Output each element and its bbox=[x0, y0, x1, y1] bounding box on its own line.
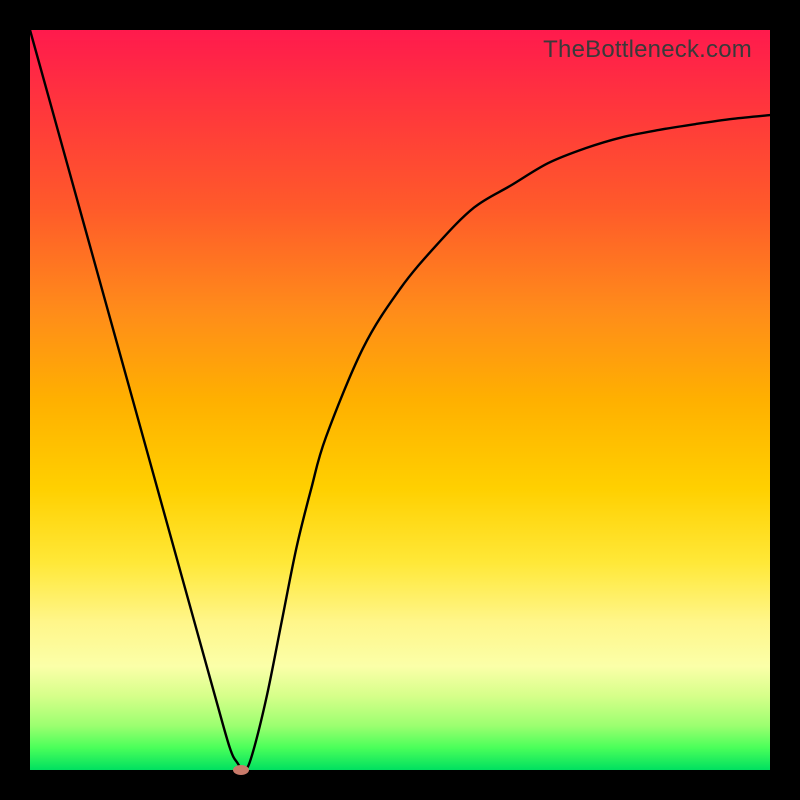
chart-frame: TheBottleneck.com bbox=[0, 0, 800, 800]
curve-svg bbox=[30, 30, 770, 770]
minimum-marker bbox=[233, 765, 249, 775]
plot-area: TheBottleneck.com bbox=[30, 30, 770, 770]
curve-path bbox=[30, 30, 770, 770]
